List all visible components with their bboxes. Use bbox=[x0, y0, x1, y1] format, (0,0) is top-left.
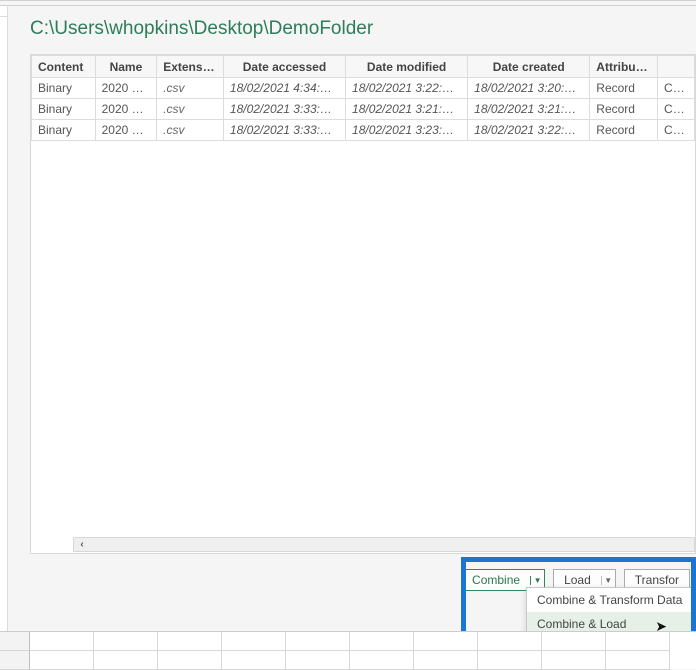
sheet-cell[interactable] bbox=[158, 632, 222, 651]
col-content[interactable]: Content bbox=[32, 56, 96, 78]
spreadsheet-background bbox=[0, 631, 696, 669]
sheet-cell[interactable] bbox=[414, 632, 478, 651]
cell-name: 2020 01.csv bbox=[95, 78, 157, 99]
sheet-cell[interactable] bbox=[286, 632, 350, 651]
sheet-cell[interactable] bbox=[478, 632, 542, 651]
cell-ext: .csv bbox=[157, 99, 224, 120]
left-gutter bbox=[0, 6, 8, 631]
sheet-cell[interactable] bbox=[222, 632, 286, 651]
cell-accessed: 18/02/2021 3:33:19 PM bbox=[223, 99, 345, 120]
table-header-row: Content Name Extension Date accessed Dat… bbox=[32, 56, 695, 78]
sheet-cell[interactable] bbox=[414, 651, 478, 670]
transform-label: Transfor bbox=[625, 573, 689, 587]
menu-combine-load-label: Combine & Load bbox=[537, 617, 626, 631]
folder-path-title: C:\Users\whopkins\Desktop\DemoFolder bbox=[0, 6, 696, 54]
col-date-modified[interactable]: Date modified bbox=[346, 56, 468, 78]
cell-modified: 18/02/2021 3:23:54 PM bbox=[346, 120, 468, 141]
sheet-cell[interactable] bbox=[94, 651, 158, 670]
cell-name: 2020 03.csv bbox=[95, 120, 157, 141]
combine-label: Combine bbox=[462, 573, 530, 587]
cell-attr: Record bbox=[590, 78, 658, 99]
sheet-cell[interactable] bbox=[158, 651, 222, 670]
row-header[interactable] bbox=[0, 651, 30, 670]
cell-folder: C:\User bbox=[658, 120, 695, 141]
col-extension[interactable]: Extension bbox=[157, 56, 224, 78]
row-header[interactable] bbox=[0, 632, 30, 651]
table-row[interactable]: Binary 2020 01.csv .csv 18/02/2021 4:34:… bbox=[32, 78, 695, 99]
cell-created: 18/02/2021 3:21:00 PM bbox=[468, 99, 590, 120]
cell-content: Binary bbox=[32, 99, 96, 120]
col-name[interactable]: Name bbox=[95, 56, 157, 78]
sheet-cell[interactable] bbox=[222, 651, 286, 670]
sheet-cell[interactable] bbox=[606, 632, 670, 651]
cell-name: 2020 02.csv bbox=[95, 99, 157, 120]
cell-content: Binary bbox=[32, 78, 96, 99]
sheet-cell[interactable] bbox=[350, 651, 414, 670]
cell-folder: C:\User bbox=[658, 99, 695, 120]
chevron-down-icon[interactable]: ▼ bbox=[530, 576, 544, 585]
cell-content: Binary bbox=[32, 120, 96, 141]
sheet-cell[interactable] bbox=[478, 651, 542, 670]
cell-attr: Record bbox=[590, 99, 658, 120]
load-label: Load bbox=[554, 573, 601, 587]
cell-created: 18/02/2021 3:22:36 PM bbox=[468, 120, 590, 141]
table-row[interactable]: Binary 2020 02.csv .csv 18/02/2021 3:33:… bbox=[32, 99, 695, 120]
sheet-cell[interactable] bbox=[286, 651, 350, 670]
cell-ext: .csv bbox=[157, 120, 224, 141]
chevron-down-icon[interactable]: ▼ bbox=[601, 576, 615, 585]
cell-modified: 18/02/2021 3:22:01 PM bbox=[346, 78, 468, 99]
table-row[interactable]: Binary 2020 03.csv .csv 18/02/2021 3:33:… bbox=[32, 120, 695, 141]
cell-attr: Record bbox=[590, 120, 658, 141]
sheet-cell[interactable] bbox=[542, 651, 606, 670]
cell-created: 18/02/2021 3:20:15 PM bbox=[468, 78, 590, 99]
file-preview-table: Content Name Extension Date accessed Dat… bbox=[30, 54, 696, 554]
scroll-left-button[interactable]: ‹ bbox=[74, 538, 90, 551]
sheet-cell[interactable] bbox=[94, 632, 158, 651]
sheet-cell[interactable] bbox=[542, 632, 606, 651]
col-date-accessed[interactable]: Date accessed bbox=[223, 56, 345, 78]
horizontal-scrollbar[interactable]: ‹ bbox=[73, 537, 695, 552]
cell-modified: 18/02/2021 3:21:29 PM bbox=[346, 99, 468, 120]
sheet-cell[interactable] bbox=[606, 651, 670, 670]
sheet-cell[interactable] bbox=[30, 651, 94, 670]
cell-accessed: 18/02/2021 4:34:42 PM bbox=[223, 78, 345, 99]
col-attributes[interactable]: Attributes bbox=[590, 56, 658, 78]
sheet-cell[interactable] bbox=[350, 632, 414, 651]
col-date-created[interactable]: Date created bbox=[468, 56, 590, 78]
menu-combine-transform[interactable]: Combine & Transform Data bbox=[527, 588, 695, 612]
cell-ext: .csv bbox=[157, 78, 224, 99]
cell-folder: C:\User bbox=[658, 78, 695, 99]
sheet-cell[interactable] bbox=[30, 632, 94, 651]
col-folder[interactable] bbox=[658, 56, 695, 78]
cell-accessed: 18/02/2021 3:33:19 PM bbox=[223, 120, 345, 141]
